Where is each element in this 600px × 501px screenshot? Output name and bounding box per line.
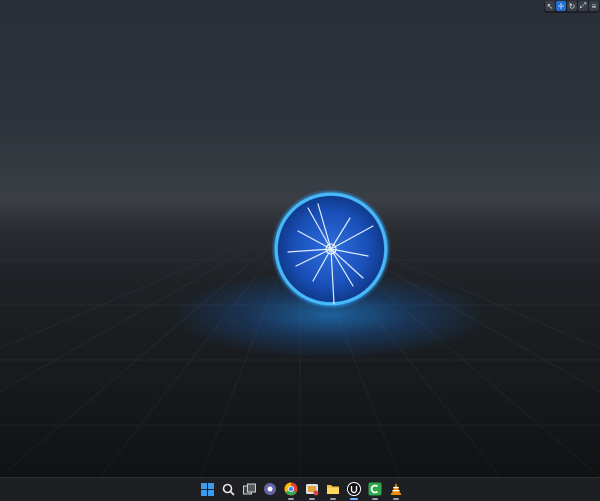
- editor-viewport[interactable]: ↖ ✛ ↻ ⤢ ≡: [0, 0, 600, 477]
- camtasia-icon[interactable]: [366, 480, 384, 500]
- snip-icon[interactable]: [303, 480, 321, 500]
- task-view-icon[interactable]: [240, 480, 258, 498]
- chrome-icon[interactable]: [282, 480, 300, 500]
- taskbar-apps: [198, 480, 405, 500]
- energy-orb[interactable]: [268, 186, 394, 312]
- rotate-icon[interactable]: ↻: [567, 1, 577, 11]
- move-cross-icon[interactable]: ✛: [556, 1, 566, 11]
- taskbar: [0, 477, 600, 501]
- search-icon[interactable]: [219, 480, 237, 498]
- unreal-logo-icon[interactable]: [345, 480, 363, 500]
- more-icon[interactable]: ≡: [589, 1, 599, 11]
- viewport-toolbar: ↖ ✛ ↻ ⤢ ≡: [544, 1, 600, 13]
- chat-bubble-icon[interactable]: [261, 480, 279, 498]
- vlc-cone-icon[interactable]: [387, 480, 405, 500]
- cursor-arrow-icon[interactable]: ↖: [545, 1, 555, 11]
- scale-icon[interactable]: ⤢: [578, 1, 588, 11]
- folder-icon[interactable]: [324, 480, 342, 500]
- windows-logo-icon[interactable]: [198, 480, 216, 498]
